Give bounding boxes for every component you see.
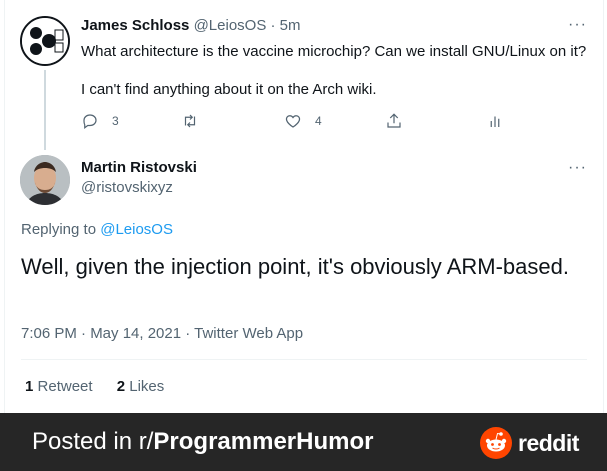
replying-to: Replying to @LeiosOS xyxy=(21,221,173,238)
reddit-footer-bar: Posted in r/ProgrammerHumor reddit xyxy=(0,413,607,471)
tweet-actions: 3 4 xyxy=(81,112,501,134)
avatar[interactable] xyxy=(20,155,70,205)
tweet-meta[interactable]: 7:06 PM · May 14, 2021 · Twitter Web App xyxy=(21,325,303,342)
author-name[interactable]: Martin Ristovski xyxy=(81,159,197,176)
retweet-button[interactable] xyxy=(181,112,199,130)
posted-in-label: Posted in r/ProgrammerHumor xyxy=(32,428,374,455)
logo-avatar-icon xyxy=(22,18,68,64)
divider xyxy=(21,359,587,360)
reply-count: 3 xyxy=(112,114,119,128)
like-count: 4 xyxy=(315,114,322,128)
replying-handle-link[interactable]: @LeiosOS xyxy=(100,221,173,238)
tweet-text-line: I can't find anything about it on the Ar… xyxy=(81,81,377,98)
reddit-alien-icon xyxy=(480,427,512,459)
reddit-logo: reddit xyxy=(480,427,579,459)
profile-photo-icon xyxy=(20,155,70,205)
likes-stat[interactable]: 2 Likes xyxy=(117,378,165,395)
more-options-button[interactable]: ··· xyxy=(568,159,587,177)
reply-button[interactable]: 3 xyxy=(81,112,119,130)
avatar[interactable] xyxy=(20,16,70,66)
tweet-stats: 1 Retweet 2 Likes xyxy=(25,378,164,395)
heart-icon xyxy=(285,115,301,128)
subreddit-name[interactable]: ProgrammerHumor xyxy=(153,428,373,455)
analytics-icon xyxy=(490,116,500,127)
tweet2-text: Well, given the injection point, it's ob… xyxy=(21,254,569,279)
reply-icon xyxy=(83,114,97,129)
timestamp[interactable]: · 5m xyxy=(271,17,301,34)
retweets-stat[interactable]: 1 Retweet xyxy=(25,378,93,395)
like-button[interactable]: 4 xyxy=(284,112,322,130)
author-handle[interactable]: @ristovskixyz xyxy=(81,179,173,196)
more-options-button[interactable]: ··· xyxy=(568,16,587,34)
author-name[interactable]: James Schloss xyxy=(81,17,189,34)
thread-line xyxy=(44,70,46,150)
retweet-icon xyxy=(184,114,196,128)
tweet-text-line: What architecture is the vaccine microch… xyxy=(81,43,587,60)
share-button[interactable] xyxy=(385,112,403,130)
replying-prefix: Replying to xyxy=(21,221,97,238)
tweet1-header: James Schloss @LeiosOS · 5m xyxy=(81,17,301,34)
reddit-wordmark: reddit xyxy=(518,429,579,456)
share-icon xyxy=(387,113,401,128)
tweet1-text: What architecture is the vaccine microch… xyxy=(81,42,591,100)
author-handle[interactable]: @LeiosOS xyxy=(194,17,267,34)
analytics-button[interactable] xyxy=(486,112,504,130)
